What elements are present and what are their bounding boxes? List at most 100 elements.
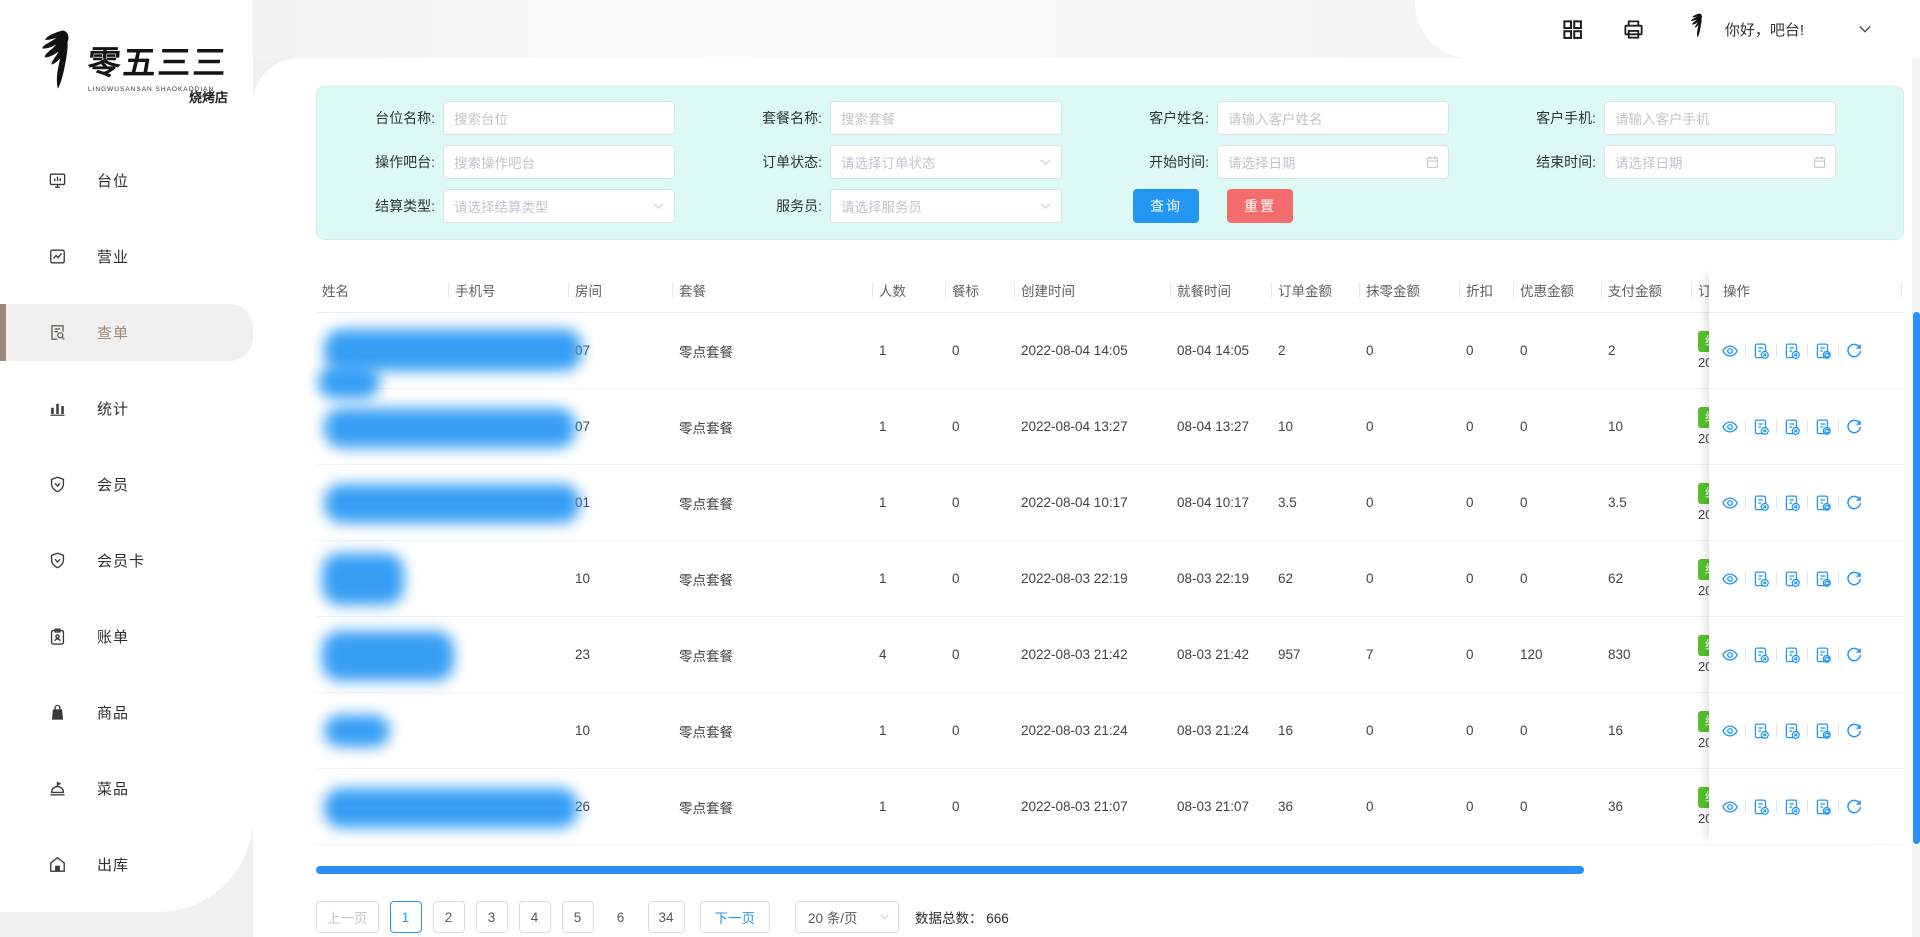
refund-icon[interactable] <box>1845 418 1863 436</box>
prev-page-button[interactable]: 上一页 <box>316 901 379 933</box>
cell-paid_amt: 3.5 <box>1602 495 1692 510</box>
sidebar-item-会员[interactable]: 会员 <box>0 456 253 513</box>
settle-type-select[interactable]: 请选择结算类型 <box>443 189 675 223</box>
sidebar-item-label: 会员 <box>97 474 129 495</box>
cancel-order-icon[interactable] <box>1752 494 1770 512</box>
refund-icon[interactable] <box>1845 570 1863 588</box>
cell-meal_std: 0 <box>946 343 1015 358</box>
sidebar-item-label: 商品 <box>97 702 129 723</box>
search-button[interactable]: 查询 <box>1133 189 1199 223</box>
customer-phone-input[interactable]: 请输入客户手机 <box>1604 101 1836 135</box>
sidebar-item-统计[interactable]: 统计 <box>0 380 253 437</box>
cancel-order-icon[interactable] <box>1752 722 1770 740</box>
page-button-4[interactable]: 4 <box>519 901 551 933</box>
vertical-scrollbar-thumb[interactable] <box>1913 312 1920 844</box>
view-order-icon[interactable] <box>1721 722 1739 740</box>
redo-order-icon[interactable] <box>1814 418 1832 436</box>
sidebar-item-台位[interactable]: 台位 <box>0 152 253 209</box>
refund-icon[interactable] <box>1845 646 1863 664</box>
page-button-3[interactable]: 3 <box>476 901 508 933</box>
divider <box>1776 572 1777 585</box>
printer-icon[interactable] <box>1622 18 1645 41</box>
cancel-order-icon[interactable] <box>1783 798 1801 816</box>
cancel-order-icon[interactable] <box>1783 494 1801 512</box>
view-order-icon[interactable] <box>1721 418 1739 436</box>
sidebar-item-商品[interactable]: 商品 <box>0 684 253 741</box>
sidebar-item-营业[interactable]: 营业 <box>0 228 253 285</box>
cancel-order-icon[interactable] <box>1752 798 1770 816</box>
refund-icon[interactable] <box>1845 722 1863 740</box>
view-order-icon[interactable] <box>1721 798 1739 816</box>
waiter-select[interactable]: 请选择服务员 <box>830 189 1062 223</box>
page-button-5[interactable]: 5 <box>562 901 594 933</box>
reset-button[interactable]: 重置 <box>1227 189 1293 223</box>
column-header-创建时间: 创建时间 <box>1015 280 1171 300</box>
cell-created: 2022-08-04 10:17 <box>1015 495 1171 510</box>
grid-apps-icon[interactable] <box>1561 18 1584 41</box>
sidebar-item-label: 营业 <box>97 246 129 267</box>
table-name-input[interactable]: 搜索台位 <box>443 101 675 135</box>
cell-package: 零点套餐 <box>673 341 873 361</box>
view-order-icon[interactable] <box>1721 342 1739 360</box>
sidebar-item-查单[interactable]: 查单 <box>0 304 253 361</box>
user-avatar-calligraphy-icon[interactable] <box>1685 12 1711 46</box>
refund-icon[interactable] <box>1845 342 1863 360</box>
page-button-2[interactable]: 2 <box>433 901 465 933</box>
sidebar-item-会员卡[interactable]: 会员卡 <box>0 532 253 589</box>
page-size-value: 20 条/页 <box>808 907 858 927</box>
redo-order-icon[interactable] <box>1814 342 1832 360</box>
customer-name-input[interactable]: 请输入客户姓名 <box>1217 101 1449 135</box>
package-name-input[interactable]: 搜索套餐 <box>830 101 1062 135</box>
placeholder-text: 请选择日期 <box>1228 152 1296 172</box>
chevron-down-icon[interactable] <box>1856 20 1874 38</box>
page-button-1[interactable]: 1 <box>390 901 422 933</box>
divider <box>1838 420 1839 433</box>
sidebar-item-出库[interactable]: 出库 <box>0 836 253 893</box>
order-status-select[interactable]: 请选择订单状态 <box>830 145 1062 179</box>
cancel-order-icon[interactable] <box>1752 570 1770 588</box>
horizontal-scrollbar-thumb[interactable] <box>316 866 1584 874</box>
view-order-icon[interactable] <box>1721 570 1739 588</box>
column-header-抹零金额: 抹零金额 <box>1360 280 1460 300</box>
cancel-order-icon[interactable] <box>1783 722 1801 740</box>
cell-order_amt: 957 <box>1272 647 1360 662</box>
redo-order-icon[interactable] <box>1814 646 1832 664</box>
calendar-icon <box>1425 155 1440 170</box>
redo-order-icon[interactable] <box>1814 722 1832 740</box>
cell-order_amt: 36 <box>1272 799 1360 814</box>
operator-bar-input[interactable]: 搜索操作吧台 <box>443 145 675 179</box>
filter-field-customer-phone: 客户手机: 请输入客户手机 <box>1484 101 1871 135</box>
sidebar-item-菜品[interactable]: 菜品 <box>0 760 253 817</box>
redo-order-icon[interactable] <box>1814 798 1832 816</box>
view-order-icon[interactable] <box>1721 494 1739 512</box>
view-order-icon[interactable] <box>1721 646 1739 664</box>
filter-row: 台位名称: 搜索台位 套餐名称: 搜索套餐 客户姓名: <box>323 101 1885 135</box>
cancel-order-icon[interactable] <box>1783 646 1801 664</box>
refund-icon[interactable] <box>1845 798 1863 816</box>
divider <box>1838 572 1839 585</box>
redo-order-icon[interactable] <box>1814 494 1832 512</box>
cancel-order-icon[interactable] <box>1783 570 1801 588</box>
cancel-order-icon[interactable] <box>1783 418 1801 436</box>
cancel-order-icon[interactable] <box>1752 342 1770 360</box>
row-actions <box>1709 541 1896 617</box>
cell-coupon_amt: 0 <box>1514 343 1602 358</box>
page-button-34[interactable]: 34 <box>648 901 685 933</box>
cancel-order-icon[interactable] <box>1783 342 1801 360</box>
chevron-down-icon <box>1038 199 1053 214</box>
table-body: 07零点套餐102022-08-04 14:0508-04 14:0520002… <box>316 313 1904 845</box>
page-size-select[interactable]: 20 条/页 <box>795 901 899 933</box>
next-page-button[interactable]: 下一页 <box>700 901 771 933</box>
divider <box>1776 800 1777 813</box>
cancel-order-icon[interactable] <box>1752 646 1770 664</box>
redo-order-icon[interactable] <box>1814 570 1832 588</box>
start-time-date-picker[interactable]: 请选择日期 <box>1217 145 1449 179</box>
sidebar-item-账单[interactable]: 账单 <box>0 608 253 665</box>
page-button-6[interactable]: 6 <box>605 901 637 933</box>
cancel-order-icon[interactable] <box>1752 418 1770 436</box>
end-time-date-picker[interactable]: 请选择日期 <box>1604 145 1836 179</box>
cell-meal_std: 0 <box>946 723 1015 738</box>
refund-icon[interactable] <box>1845 494 1863 512</box>
table-header-row: 姓名手机号房间套餐人数餐标创建时间就餐时间订单金额抹零金额折扣优惠金额支付金额订… <box>316 268 1904 313</box>
placeholder-text: 请选择日期 <box>1615 152 1683 172</box>
